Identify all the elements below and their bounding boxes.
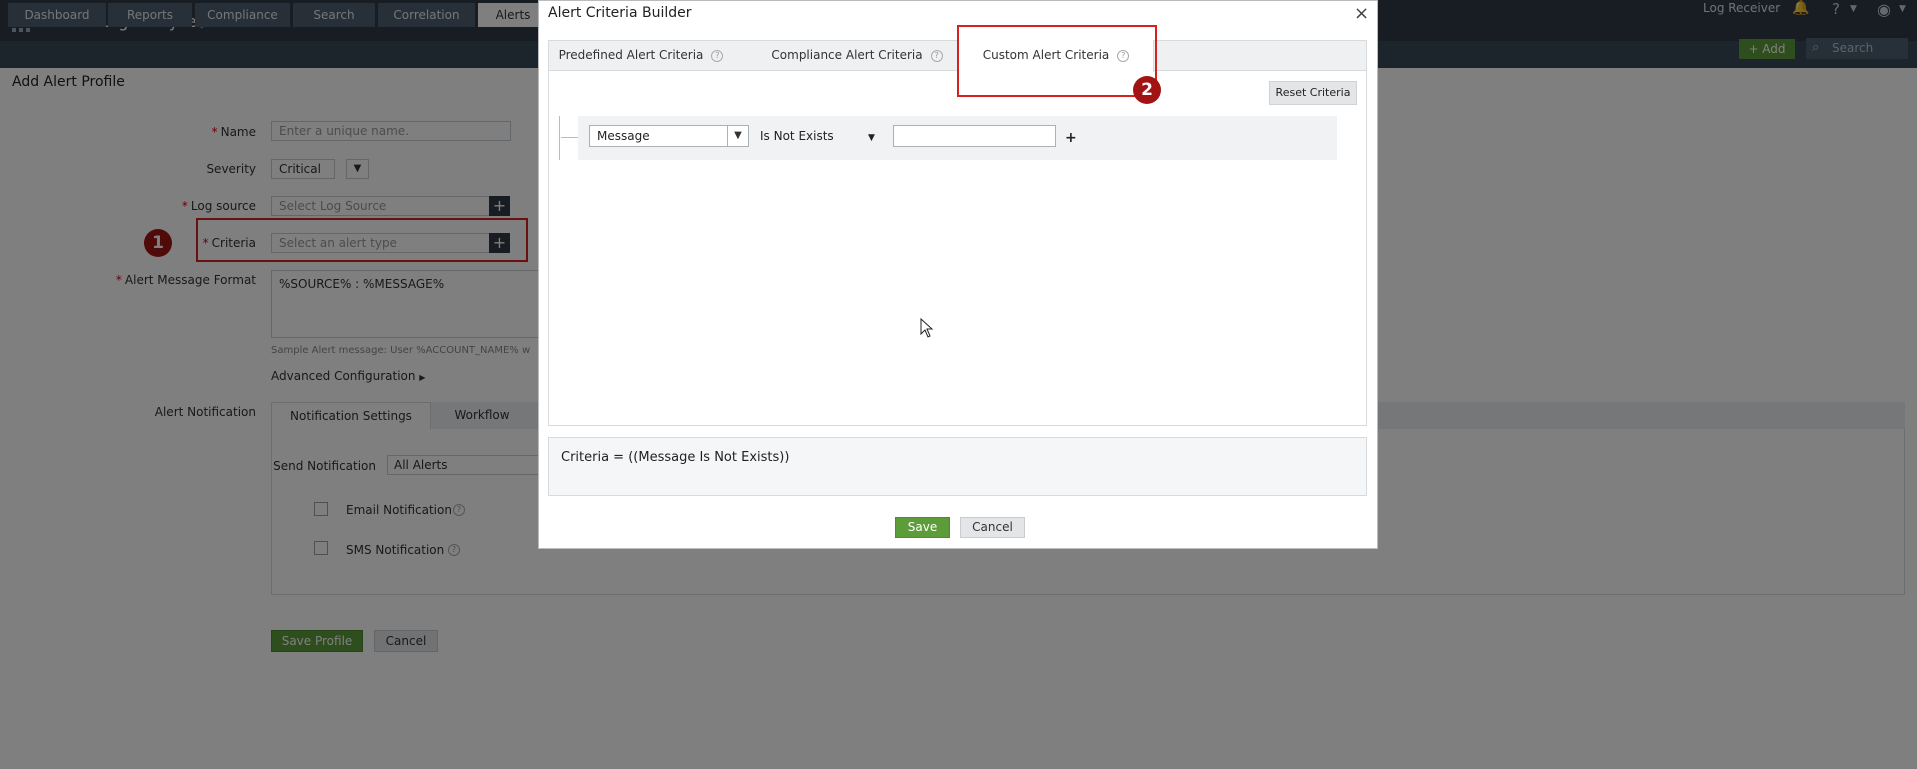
tree-connector [559,116,560,160]
callout-badge-2: 2 [1133,76,1161,104]
criteria-summary-box [548,437,1367,496]
tab-predefined-criteria[interactable]: Predefined Alert Criteria? [553,40,729,71]
close-icon[interactable]: × [1354,3,1369,24]
value-input[interactable] [893,125,1056,147]
tree-connector [561,137,578,138]
callout-custom-tab [957,25,1157,97]
tab-compliance-criteria[interactable]: Compliance Alert Criteria? [760,40,954,71]
help-icon[interactable]: ? [711,49,724,62]
reset-criteria-button[interactable]: Reset Criteria [1269,81,1357,105]
criteria-summary: Criteria = ((Message Is Not Exists)) [561,450,790,465]
chevron-down-icon[interactable]: ▼ [727,126,748,146]
field-select[interactable]: Message [589,125,749,147]
operator-select[interactable]: Is Not Exists [760,129,834,143]
save-button[interactable]: Save [895,517,950,538]
chevron-down-icon[interactable]: ▼ [868,133,875,143]
help-icon[interactable]: ? [930,49,943,62]
mouse-cursor-icon [920,318,934,338]
modal-title: Alert Criteria Builder [548,5,692,21]
cancel-button[interactable]: Cancel [960,517,1025,538]
add-condition-button[interactable]: + [1065,130,1077,146]
